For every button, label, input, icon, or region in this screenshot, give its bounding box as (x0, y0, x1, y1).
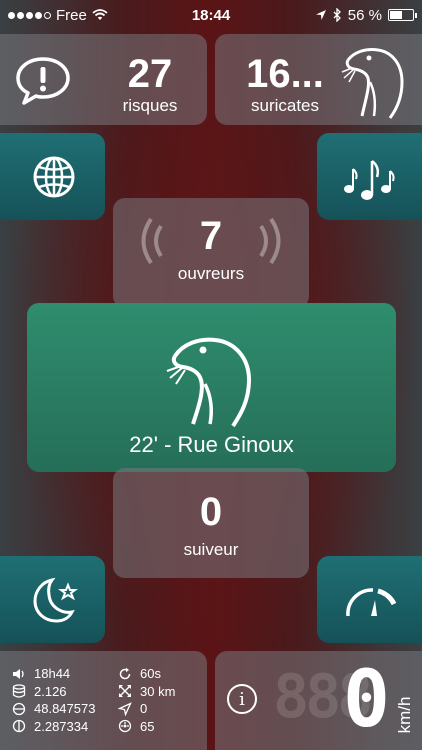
speed-value: 0 (343, 655, 390, 745)
info-refresh: 60s (140, 666, 161, 681)
status-bar: Free 18:44 56 % (0, 0, 422, 30)
openers-tile[interactable]: 7 ouvreurs (113, 198, 309, 308)
openers-label: ouvreurs (177, 264, 245, 283)
followers-label: suiveur (183, 540, 239, 559)
info-data: 2.126 (34, 683, 67, 699)
risks-label: risques (122, 96, 178, 115)
followers-count: 0 (199, 490, 223, 534)
info-time: 18h44 (34, 666, 71, 681)
bluetooth-icon (333, 8, 341, 22)
expand-arrows-icon (119, 685, 131, 698)
map-tile[interactable] (0, 133, 105, 220)
alert-speech-bubble-icon (16, 57, 70, 105)
heading-arrow-icon (118, 701, 132, 716)
info-icon: i (239, 689, 245, 710)
info-speed-limit: 65 (140, 718, 155, 734)
battery-percent: 56 % (347, 6, 382, 24)
carrier-name: Free (56, 6, 87, 24)
battery-icon (388, 9, 417, 21)
music-notes-icon (344, 160, 395, 200)
refresh-icon (119, 667, 131, 680)
info-distance: 30 km (140, 683, 176, 699)
info-stats-tile: 18h44 2.126 48.847573 2.287334 60s 30 km… (0, 651, 207, 750)
meerkats-label: suricates (250, 96, 320, 115)
night-mode-tile[interactable] (0, 556, 105, 643)
info-button[interactable]: i (227, 684, 257, 714)
moon-star-icon (33, 577, 78, 623)
risks-tile[interactable]: 27 risques (0, 34, 207, 125)
seal-icon (341, 48, 404, 119)
database-icon (12, 684, 26, 698)
info-longitude: 2.287334 (34, 718, 89, 734)
openers-count: 7 (199, 214, 223, 258)
volume-icon (13, 668, 24, 679)
longitude-icon (12, 720, 26, 733)
meerkats-tile[interactable]: 16... suricates (215, 34, 422, 125)
info-heading: 0 (140, 701, 148, 716)
current-position-text: 22' - Rue Ginoux (129, 432, 294, 457)
speed-unit: km/h (395, 696, 414, 734)
current-position-tile[interactable]: 22' - Rue Ginoux (27, 303, 396, 472)
info-latitude: 48.847573 (34, 701, 96, 716)
followers-tile[interactable]: 0 suiveur (113, 468, 309, 578)
speed-tile: i 888 0 km/h (215, 651, 422, 750)
meerkats-count: 16... (246, 52, 324, 96)
latitude-icon (12, 702, 26, 715)
wifi-icon (92, 9, 108, 20)
speedometer-icon (346, 588, 397, 617)
speed-limit-icon (118, 720, 132, 733)
speedometer-tile[interactable] (317, 556, 422, 643)
globe-icon (33, 156, 75, 198)
location-arrow-icon (315, 10, 326, 20)
risks-count: 27 (127, 52, 173, 96)
signal-strength-icon (8, 11, 51, 19)
seal-icon (166, 337, 252, 428)
sound-tile[interactable] (317, 133, 422, 220)
